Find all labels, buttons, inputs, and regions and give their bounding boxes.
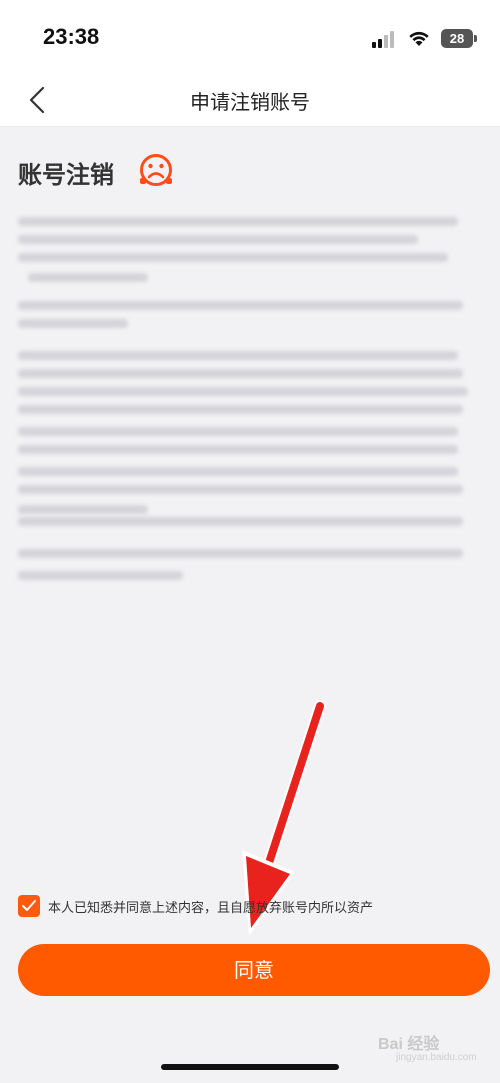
agreement-checkbox[interactable] (18, 895, 40, 917)
status-bar: 23:38 28 (0, 0, 500, 78)
watermark-logo: Bai 经验 (378, 1036, 440, 1053)
status-time: 23:38 (43, 24, 100, 49)
blurred-terms-text (18, 205, 478, 590)
page-title: 申请注销账号 (190, 90, 310, 114)
nav-bar: 申请注销账号 (0, 78, 500, 127)
watermark-url: jingyan.baidu.com (396, 1052, 477, 1063)
battery-indicator: 28 (441, 29, 473, 48)
home-indicator (161, 1064, 339, 1070)
agree-button[interactable]: 同意 (18, 944, 490, 996)
checkmark-icon (22, 900, 36, 911)
cellular-signal-icon (372, 30, 400, 48)
agreement-label: 本人已知悉并同意上述内容，且自愿放弃账号内所以资产 (48, 901, 374, 916)
section-title: 账号注销 (18, 161, 114, 189)
wifi-icon (409, 31, 429, 46)
battery-tip (474, 35, 477, 42)
sad-face-icon (140, 154, 172, 186)
